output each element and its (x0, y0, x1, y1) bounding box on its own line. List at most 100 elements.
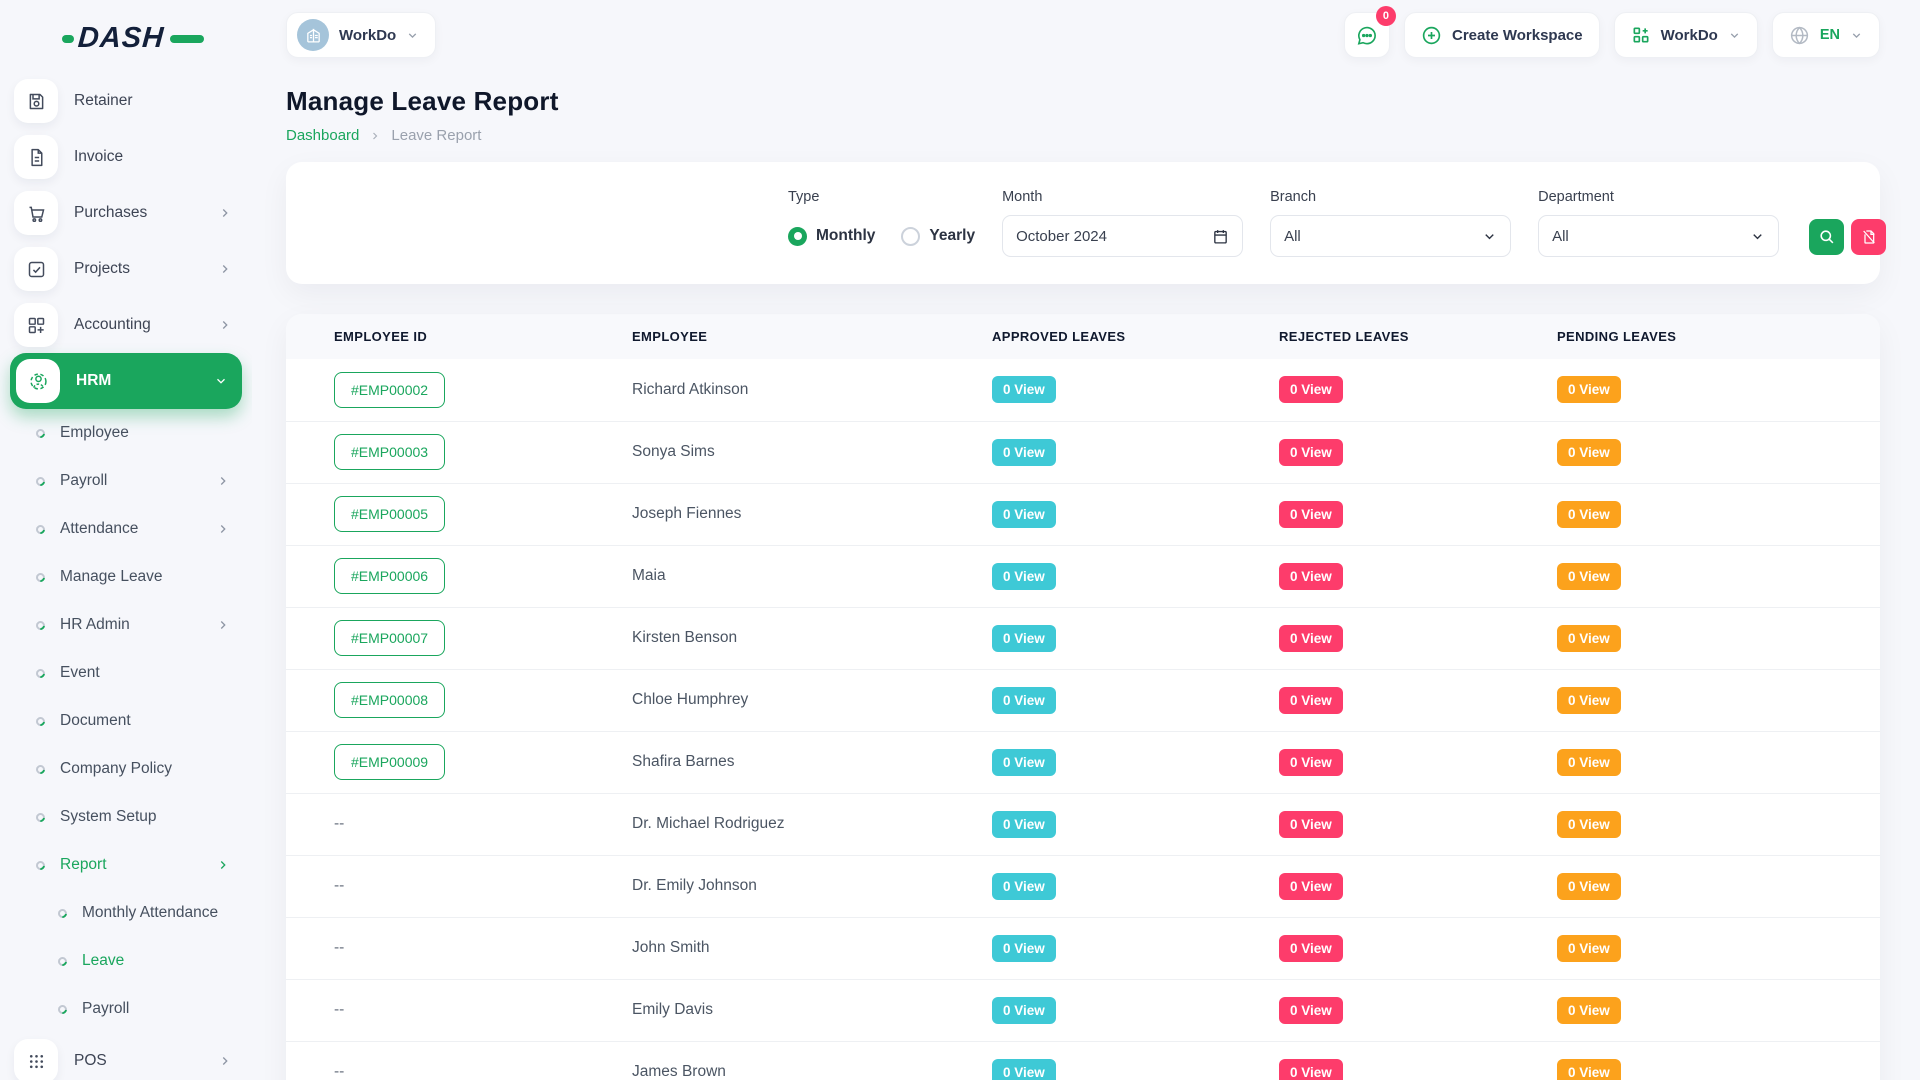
rejected-leaves-badge[interactable]: 0 View (1279, 439, 1343, 466)
rejected-leaves-badge[interactable]: 0 View (1279, 501, 1343, 528)
rejected-leaves-badge[interactable]: 0 View (1279, 376, 1343, 403)
sidebar-item-accounting[interactable]: Accounting (0, 297, 252, 353)
sidebar-item-label: Invoice (74, 148, 123, 166)
messages-button[interactable]: 0 (1344, 12, 1390, 58)
table-row: #EMP00006Maia0 View0 View0 View (286, 545, 1880, 607)
approved-leaves-badge[interactable]: 0 View (992, 687, 1056, 714)
bullet-icon (56, 907, 69, 920)
pending-leaves-badge[interactable]: 0 View (1557, 439, 1621, 466)
rejected-leaves-badge[interactable]: 0 View (1279, 625, 1343, 652)
language-selector[interactable]: EN (1772, 12, 1880, 58)
invoice-icon (26, 147, 47, 168)
table-header-row: Employee ID Employee Approved Leaves Rej… (286, 314, 1880, 359)
pending-leaves-badge[interactable]: 0 View (1557, 1059, 1621, 1080)
approved-leaves-badge[interactable]: 0 View (992, 935, 1056, 962)
chevron-right-icon (216, 618, 230, 632)
app-logo[interactable]: DASH (0, 14, 252, 73)
pending-leaves-badge[interactable]: 0 View (1557, 749, 1621, 776)
accounting-icon (26, 315, 47, 336)
pending-leaves-badge[interactable]: 0 View (1557, 935, 1621, 962)
breadcrumb-current: Leave Report (391, 127, 481, 144)
rejected-leaves-badge[interactable]: 0 View (1279, 1059, 1343, 1080)
create-workspace-button[interactable]: Create Workspace (1404, 12, 1600, 58)
table-row: #EMP00008Chloe Humphrey0 View0 View0 Vie… (286, 669, 1880, 731)
sidebar-item-company-policy[interactable]: Company Policy (0, 745, 252, 793)
approved-leaves-badge[interactable]: 0 View (992, 811, 1056, 838)
workspace-selector[interactable]: WorkDo (286, 12, 436, 58)
approved-leaves-badge[interactable]: 0 View (992, 625, 1056, 652)
sidebar-item-document[interactable]: Document (0, 697, 252, 745)
sidebar-item-payroll[interactable]: Payroll (0, 457, 252, 505)
pending-leaves-badge[interactable]: 0 View (1557, 563, 1621, 590)
sidebar-item-manage-leave[interactable]: Manage Leave (0, 553, 252, 601)
radio-yearly[interactable]: Yearly (901, 227, 975, 246)
main-content: WorkDo 0 Create Workspace (252, 0, 1920, 1080)
table-row: --Emily Davis0 View0 View0 View (286, 979, 1880, 1041)
approved-leaves-badge[interactable]: 0 View (992, 749, 1056, 776)
employee-id-chip[interactable]: #EMP00003 (334, 434, 445, 470)
sidebar-item-pos[interactable]: POS (0, 1033, 252, 1080)
reset-filter-button[interactable] (1851, 219, 1886, 255)
branch-filter-group: Branch All (1270, 189, 1511, 257)
pending-leaves-badge[interactable]: 0 View (1557, 376, 1621, 403)
employee-id-chip[interactable]: #EMP00006 (334, 558, 445, 594)
rejected-leaves-badge[interactable]: 0 View (1279, 873, 1343, 900)
save-icon (26, 91, 47, 112)
bullet-icon (34, 715, 47, 728)
breadcrumb-dashboard-link[interactable]: Dashboard (286, 127, 359, 144)
sidebar-item-hr-admin[interactable]: HR Admin (0, 601, 252, 649)
rejected-leaves-badge[interactable]: 0 View (1279, 997, 1343, 1024)
rejected-leaves-badge[interactable]: 0 View (1279, 811, 1343, 838)
pending-leaves-badge[interactable]: 0 View (1557, 811, 1621, 838)
pending-leaves-badge[interactable]: 0 View (1557, 625, 1621, 652)
sidebar-item-system-setup[interactable]: System Setup (0, 793, 252, 841)
sidebar-item-hrm[interactable]: HRM (10, 353, 242, 409)
employee-id-chip[interactable]: #EMP00007 (334, 620, 445, 656)
bullet-icon (34, 475, 47, 488)
sidebar-item-payroll[interactable]: Payroll (0, 985, 252, 1033)
employee-id-chip[interactable]: #EMP00009 (334, 744, 445, 780)
rejected-leaves-badge[interactable]: 0 View (1279, 749, 1343, 776)
table-row: --John Smith0 View0 View0 View (286, 917, 1880, 979)
retainer-icon (14, 79, 58, 123)
rejected-leaves-badge[interactable]: 0 View (1279, 935, 1343, 962)
pending-leaves-badge[interactable]: 0 View (1557, 873, 1621, 900)
sidebar-item-event[interactable]: Event (0, 649, 252, 697)
employee-id-chip[interactable]: #EMP00008 (334, 682, 445, 718)
sidebar-item-monthly-attendance[interactable]: Monthly Attendance (0, 889, 252, 937)
sidebar-item-attendance[interactable]: Attendance (0, 505, 252, 553)
approved-leaves-badge[interactable]: 0 View (992, 439, 1056, 466)
chevron-right-icon (218, 206, 232, 220)
sidebar-item-projects[interactable]: Projects (0, 241, 252, 297)
sidebar-item-purchases[interactable]: Purchases (0, 185, 252, 241)
month-input[interactable]: October 2024 (1002, 215, 1243, 257)
pending-leaves-badge[interactable]: 0 View (1557, 501, 1621, 528)
approved-leaves-badge[interactable]: 0 View (992, 997, 1056, 1024)
rejected-leaves-badge[interactable]: 0 View (1279, 687, 1343, 714)
sidebar-item-leave[interactable]: Leave (0, 937, 252, 985)
accounting-icon (14, 303, 58, 347)
approved-leaves-badge[interactable]: 0 View (992, 1059, 1056, 1080)
approved-leaves-badge[interactable]: 0 View (992, 376, 1056, 403)
table-row: #EMP00007Kirsten Benson0 View0 View0 Vie… (286, 607, 1880, 669)
branch-select[interactable]: All (1270, 215, 1511, 257)
department-select[interactable]: All (1538, 215, 1779, 257)
sidebar-item-retainer[interactable]: Retainer (0, 73, 252, 129)
workspace-dropdown-label: WorkDo (1661, 27, 1718, 44)
approved-leaves-badge[interactable]: 0 View (992, 563, 1056, 590)
employee-id-chip[interactable]: #EMP00002 (334, 372, 445, 408)
pending-leaves-badge[interactable]: 0 View (1557, 687, 1621, 714)
approved-leaves-badge[interactable]: 0 View (992, 501, 1056, 528)
workspace-dropdown[interactable]: WorkDo (1614, 12, 1758, 58)
search-button[interactable] (1809, 219, 1844, 255)
sidebar-item-report[interactable]: Report (0, 841, 252, 889)
employee-id-chip[interactable]: #EMP00005 (334, 496, 445, 532)
radio-monthly[interactable]: Monthly (788, 227, 875, 246)
approved-leaves-badge[interactable]: 0 View (992, 873, 1056, 900)
rejected-leaves-badge[interactable]: 0 View (1279, 563, 1343, 590)
sidebar-item-invoice[interactable]: Invoice (0, 129, 252, 185)
sidebar-item-employee[interactable]: Employee (0, 409, 252, 457)
chevron-down-icon (1728, 29, 1741, 42)
pending-leaves-badge[interactable]: 0 View (1557, 997, 1621, 1024)
employee-name: Dr. Emily Johnson (632, 877, 757, 894)
